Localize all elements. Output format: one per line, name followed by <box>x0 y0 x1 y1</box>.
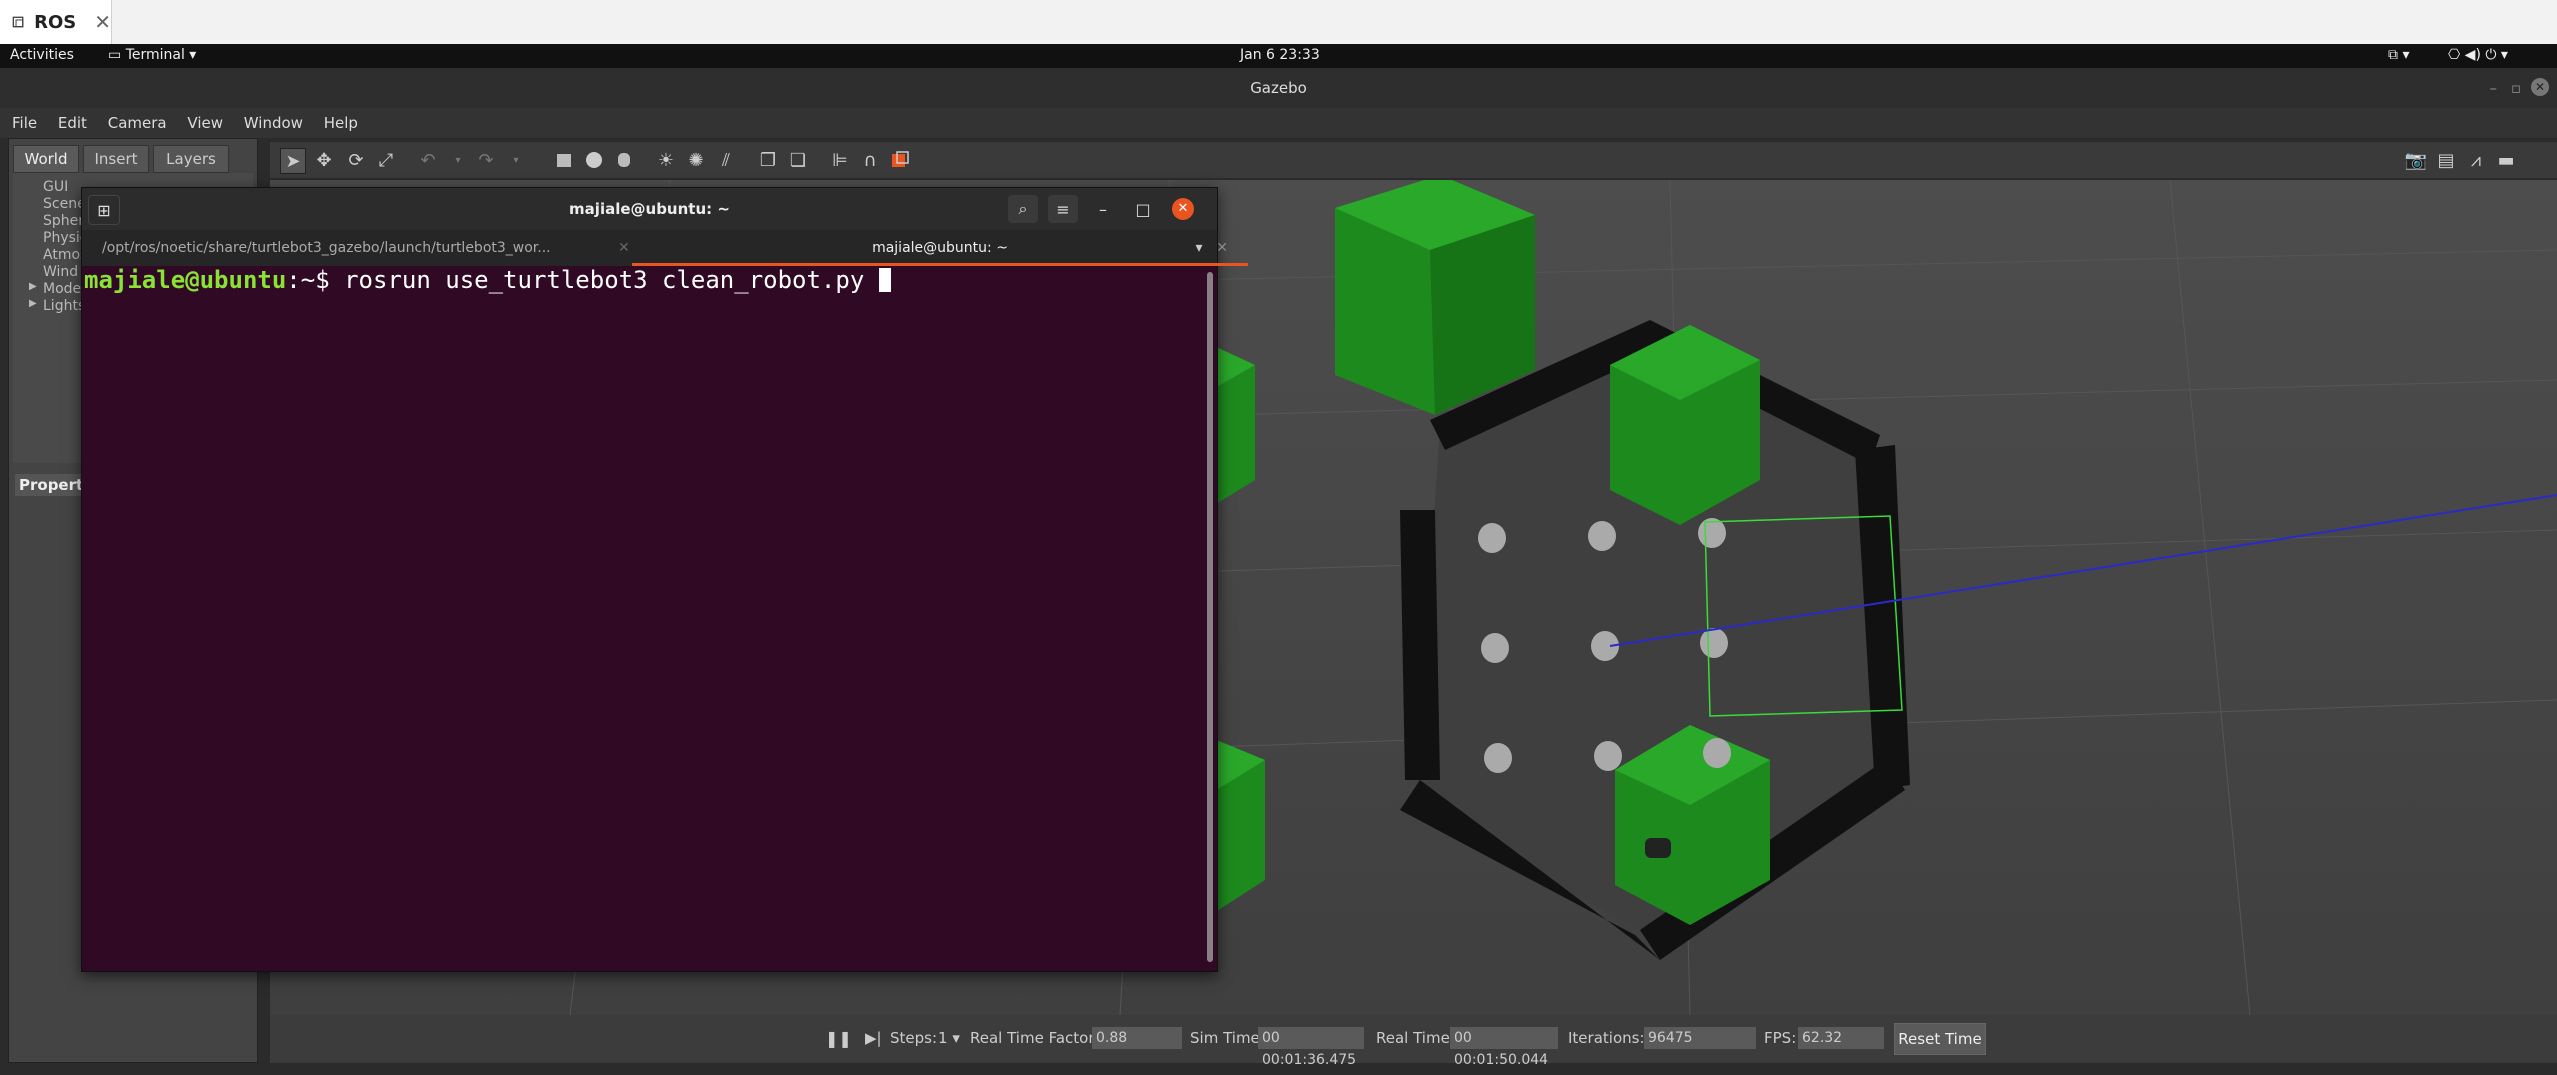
turtlebot-robot <box>1645 838 1671 858</box>
tab-insert[interactable]: Insert <box>83 145 149 173</box>
tree-item-models[interactable]: ▶ Model <box>29 281 85 297</box>
minimize-icon[interactable]: – <box>2490 68 2498 108</box>
activities-button[interactable]: Activities <box>10 47 74 63</box>
menu-edit[interactable]: Edit <box>58 108 87 138</box>
iterations-value: 96475 <box>1644 1027 1756 1049</box>
clock[interactable]: Jan 6 23:33 <box>1240 47 1320 63</box>
close-icon: ✕ <box>1172 198 1194 220</box>
rotate-mode-icon[interactable]: ⟳ <box>344 148 368 172</box>
screenshot-icon[interactable]: 📷 <box>2404 148 2428 172</box>
tree-item-wind[interactable]: Wind <box>43 264 78 280</box>
menu-help[interactable]: Help <box>324 108 358 138</box>
terminal-window: ⊞ majiale@ubuntu: ~ ⌕ ≡ – □ ✕ /opt/ros/n… <box>81 187 1248 972</box>
gazebo-titlebar: Gazebo – ▫ ✕ <box>0 68 2557 108</box>
terminal-tab-active[interactable]: majiale@ubuntu: ~ ✕ <box>632 230 1248 266</box>
redo-icon[interactable]: ↷ <box>474 148 498 172</box>
system-tray-icons[interactable]: ⎔ ◀) ⏻ ▾ <box>2448 47 2508 63</box>
rtf-value: 0.88 <box>1092 1027 1182 1049</box>
close-tab-icon[interactable]: ✕ <box>1216 230 1228 266</box>
fps-value: 62.32 <box>1798 1027 1884 1049</box>
maximize-icon[interactable]: □ <box>1128 195 1158 223</box>
maximize-icon[interactable]: ▫ <box>2511 68 2521 108</box>
select-mode-icon[interactable]: ➤ <box>280 148 306 174</box>
terminal-icon: ▭ <box>108 47 122 63</box>
copy-icon[interactable]: ❐ <box>756 148 780 172</box>
terminal-headerbar: ⊞ majiale@ubuntu: ~ ⌕ ≡ – □ ✕ <box>82 188 1217 230</box>
window-icon <box>12 16 24 28</box>
system-top-bar: Activities ▭ Terminal ▾ Jan 6 23:33 ⧉ ▾ … <box>0 44 2557 68</box>
close-window-button[interactable]: ✕ <box>1168 195 1198 223</box>
terminal-scrollbar[interactable] <box>1207 272 1213 962</box>
ros-tab[interactable]: ROS ✕ <box>0 0 112 44</box>
steps-value[interactable]: 1 ▾ <box>938 1029 960 1047</box>
sim-time-value: 00 00:01:36.475 <box>1258 1027 1364 1068</box>
paste-icon[interactable]: ❏ <box>786 148 810 172</box>
plot-icon[interactable]: ⩘ <box>2464 148 2488 172</box>
tab-layers[interactable]: Layers <box>153 145 229 173</box>
prompt-user: majiale@ubuntu <box>84 266 287 294</box>
real-time-value: 00 00:01:50.044 <box>1450 1027 1558 1068</box>
sphere-shape-icon[interactable] <box>582 148 606 172</box>
tab-list-dropdown-icon[interactable]: ▾ <box>1184 230 1214 266</box>
command-text: rosrun use_turtlebot3 clean_robot.py <box>344 266 865 294</box>
log-icon[interactable]: ▤ <box>2434 148 2458 172</box>
scale-mode-icon[interactable]: ⤢ <box>374 148 398 172</box>
gazebo-toolbar: ➤ ✥ ⟳ ⤢ ↶ ▾ ↷ ▾ ☀ ✺ ⫽ ❐ ❏ ⊫ ∩ 📷 ▤ ⩘ ▬ <box>270 142 2557 178</box>
cylinder-shape-icon[interactable] <box>612 148 636 172</box>
real-time-label: Real Time: <box>1376 1029 1455 1047</box>
step-icon[interactable]: ▶| <box>865 1029 882 1047</box>
prompt-separator: :~$ <box>286 266 330 294</box>
tree-item-gui[interactable]: GUI <box>43 179 68 195</box>
text-cursor <box>878 268 891 292</box>
command-line: majiale@ubuntu:~$ rosrun use_turtlebot3 … <box>84 266 891 294</box>
pause-icon[interactable]: ❚❚ <box>825 1029 852 1048</box>
tab-world[interactable]: World <box>13 145 79 173</box>
close-icon[interactable]: ✕ <box>2531 78 2549 96</box>
close-icon[interactable]: ✕ <box>94 10 111 34</box>
undo-icon[interactable]: ↶ <box>416 148 440 172</box>
box-shape-icon[interactable] <box>552 148 576 172</box>
translate-mode-icon[interactable]: ✥ <box>312 148 336 172</box>
search-icon[interactable]: ⌕ <box>1008 195 1038 223</box>
menu-window[interactable]: Window <box>244 108 303 138</box>
terminal-tab-launch[interactable]: /opt/ros/noetic/share/turtlebot3_gazebo/… <box>102 230 662 266</box>
simulation-status-bar: ❚❚ ▶| Steps: 1 ▾ Real Time Factor: 0.88 … <box>270 1015 2557 1068</box>
gazebo-title: Gazebo <box>1250 79 1307 97</box>
gazebo-menubar: File Edit Camera View Window Help <box>0 108 2557 138</box>
redo-dropdown-icon[interactable]: ▾ <box>504 148 528 172</box>
record-video-icon[interactable]: ▬ <box>2494 148 2518 172</box>
close-tab-icon[interactable]: ✕ <box>618 230 630 266</box>
directional-light-icon[interactable]: ⫽ <box>714 148 738 172</box>
expand-arrow-icon[interactable]: ▶ <box>29 281 37 292</box>
align-icon[interactable]: ⊫ <box>828 148 852 172</box>
spot-light-icon[interactable]: ✺ <box>684 148 708 172</box>
outer-tab-bar: ROS ✕ <box>0 0 2557 44</box>
terminal-body[interactable]: majiale@ubuntu:~$ rosrun use_turtlebot3 … <box>82 266 1217 971</box>
point-light-icon[interactable]: ☀ <box>654 148 678 172</box>
change-view-icon[interactable] <box>888 148 912 172</box>
steps-label: Steps: <box>890 1029 938 1047</box>
iterations-label: Iterations: <box>1568 1029 1645 1047</box>
tree-item-lights[interactable]: ▶ Lights <box>29 298 85 314</box>
rtf-label: Real Time Factor: <box>970 1029 1100 1047</box>
tab-label: ROS <box>34 11 77 33</box>
terminal-app-menu[interactable]: ▭ Terminal ▾ <box>108 47 196 63</box>
hamburger-menu-icon[interactable]: ≡ <box>1048 195 1078 223</box>
fps-label: FPS: <box>1764 1029 1797 1047</box>
terminal-tabbar: /opt/ros/noetic/share/turtlebot3_gazebo/… <box>82 230 1248 266</box>
menu-view[interactable]: View <box>187 108 223 138</box>
menu-camera[interactable]: Camera <box>108 108 167 138</box>
reset-time-button[interactable]: Reset Time <box>1894 1023 1986 1055</box>
cube-top <box>1335 180 1535 415</box>
terminal-title: majiale@ubuntu: ~ <box>569 200 730 218</box>
minimize-icon[interactable]: – <box>1088 195 1118 223</box>
undo-dropdown-icon[interactable]: ▾ <box>446 148 470 172</box>
network-icon[interactable]: ⧉ ▾ <box>2388 47 2409 63</box>
expand-arrow-icon[interactable]: ▶ <box>29 298 37 309</box>
snap-icon[interactable]: ∩ <box>858 148 882 172</box>
sim-time-label: Sim Time: <box>1190 1029 1265 1047</box>
tree-item-scene[interactable]: Scene <box>43 196 86 212</box>
menu-file[interactable]: File <box>12 108 37 138</box>
